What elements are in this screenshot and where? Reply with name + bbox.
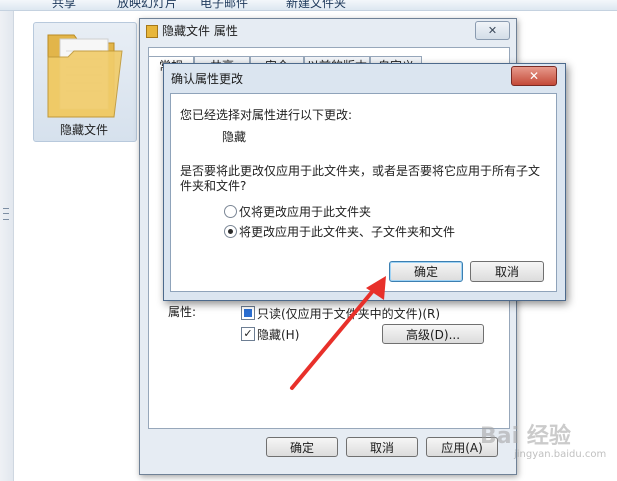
watermark-url: jingyan.baidu.com	[514, 449, 607, 460]
advanced-button[interactable]: 高级(D)...	[382, 324, 484, 344]
splitter-grip[interactable]	[3, 208, 9, 220]
folder-name-label: 隐藏文件	[59, 123, 108, 137]
toolbar-new-folder-button[interactable]: 新建文件夹	[286, 0, 346, 11]
navigation-pane-edge	[0, 11, 14, 481]
toolbar-share-button[interactable]: 共享	[52, 0, 76, 11]
properties-dialog-title: 隐藏文件 属性	[162, 24, 238, 38]
attributes-label: 属性:	[168, 305, 197, 319]
confirm-cancel-button[interactable]: 取消	[470, 261, 544, 282]
toolbar-email-button[interactable]: 电子邮件	[200, 0, 248, 11]
toolbar-slideshow-button[interactable]: 放映幻灯片	[117, 0, 177, 11]
radio-folder-only-label[interactable]: 仅将更改应用于此文件夹	[239, 203, 371, 220]
watermark-logo: Bai 经验	[480, 424, 571, 449]
readonly-label: 只读(仅应用于文件夹中的文件)(R)	[257, 307, 441, 321]
folder-small-icon	[146, 25, 158, 38]
readonly-checkbox[interactable]	[241, 306, 255, 320]
hidden-label: 隐藏(H)	[257, 328, 300, 342]
folder-icon	[47, 34, 123, 118]
confirm-close-button[interactable]: ✕	[511, 66, 557, 86]
properties-cancel-button[interactable]: 取消	[346, 437, 418, 457]
confirm-question-text: 是否要将此更改仅应用于此文件夹，或者是否要将它应用于所有子文件夹和文件?	[180, 164, 541, 193]
properties-ok-button[interactable]: 确定	[266, 437, 338, 457]
radio-folder-subfolders-files-label[interactable]: 将更改应用于此文件夹、子文件夹和文件	[239, 223, 455, 240]
changed-attribute-text: 隐藏	[222, 130, 247, 144]
confirm-intro-text: 您已经选择对属性进行以下更改:	[180, 108, 353, 122]
hidden-checkbox[interactable]: ✓	[241, 327, 255, 341]
properties-close-button[interactable]: ✕	[475, 21, 510, 40]
radio-folder-subfolders-files[interactable]	[224, 225, 237, 238]
radio-folder-only[interactable]	[224, 205, 237, 218]
explorer-toolbar: 共享 放映幻灯片 电子邮件 新建文件夹	[0, 0, 617, 11]
confirm-dialog-title: 确认属性更改	[171, 72, 244, 86]
confirm-ok-button[interactable]: 确定	[389, 261, 463, 282]
